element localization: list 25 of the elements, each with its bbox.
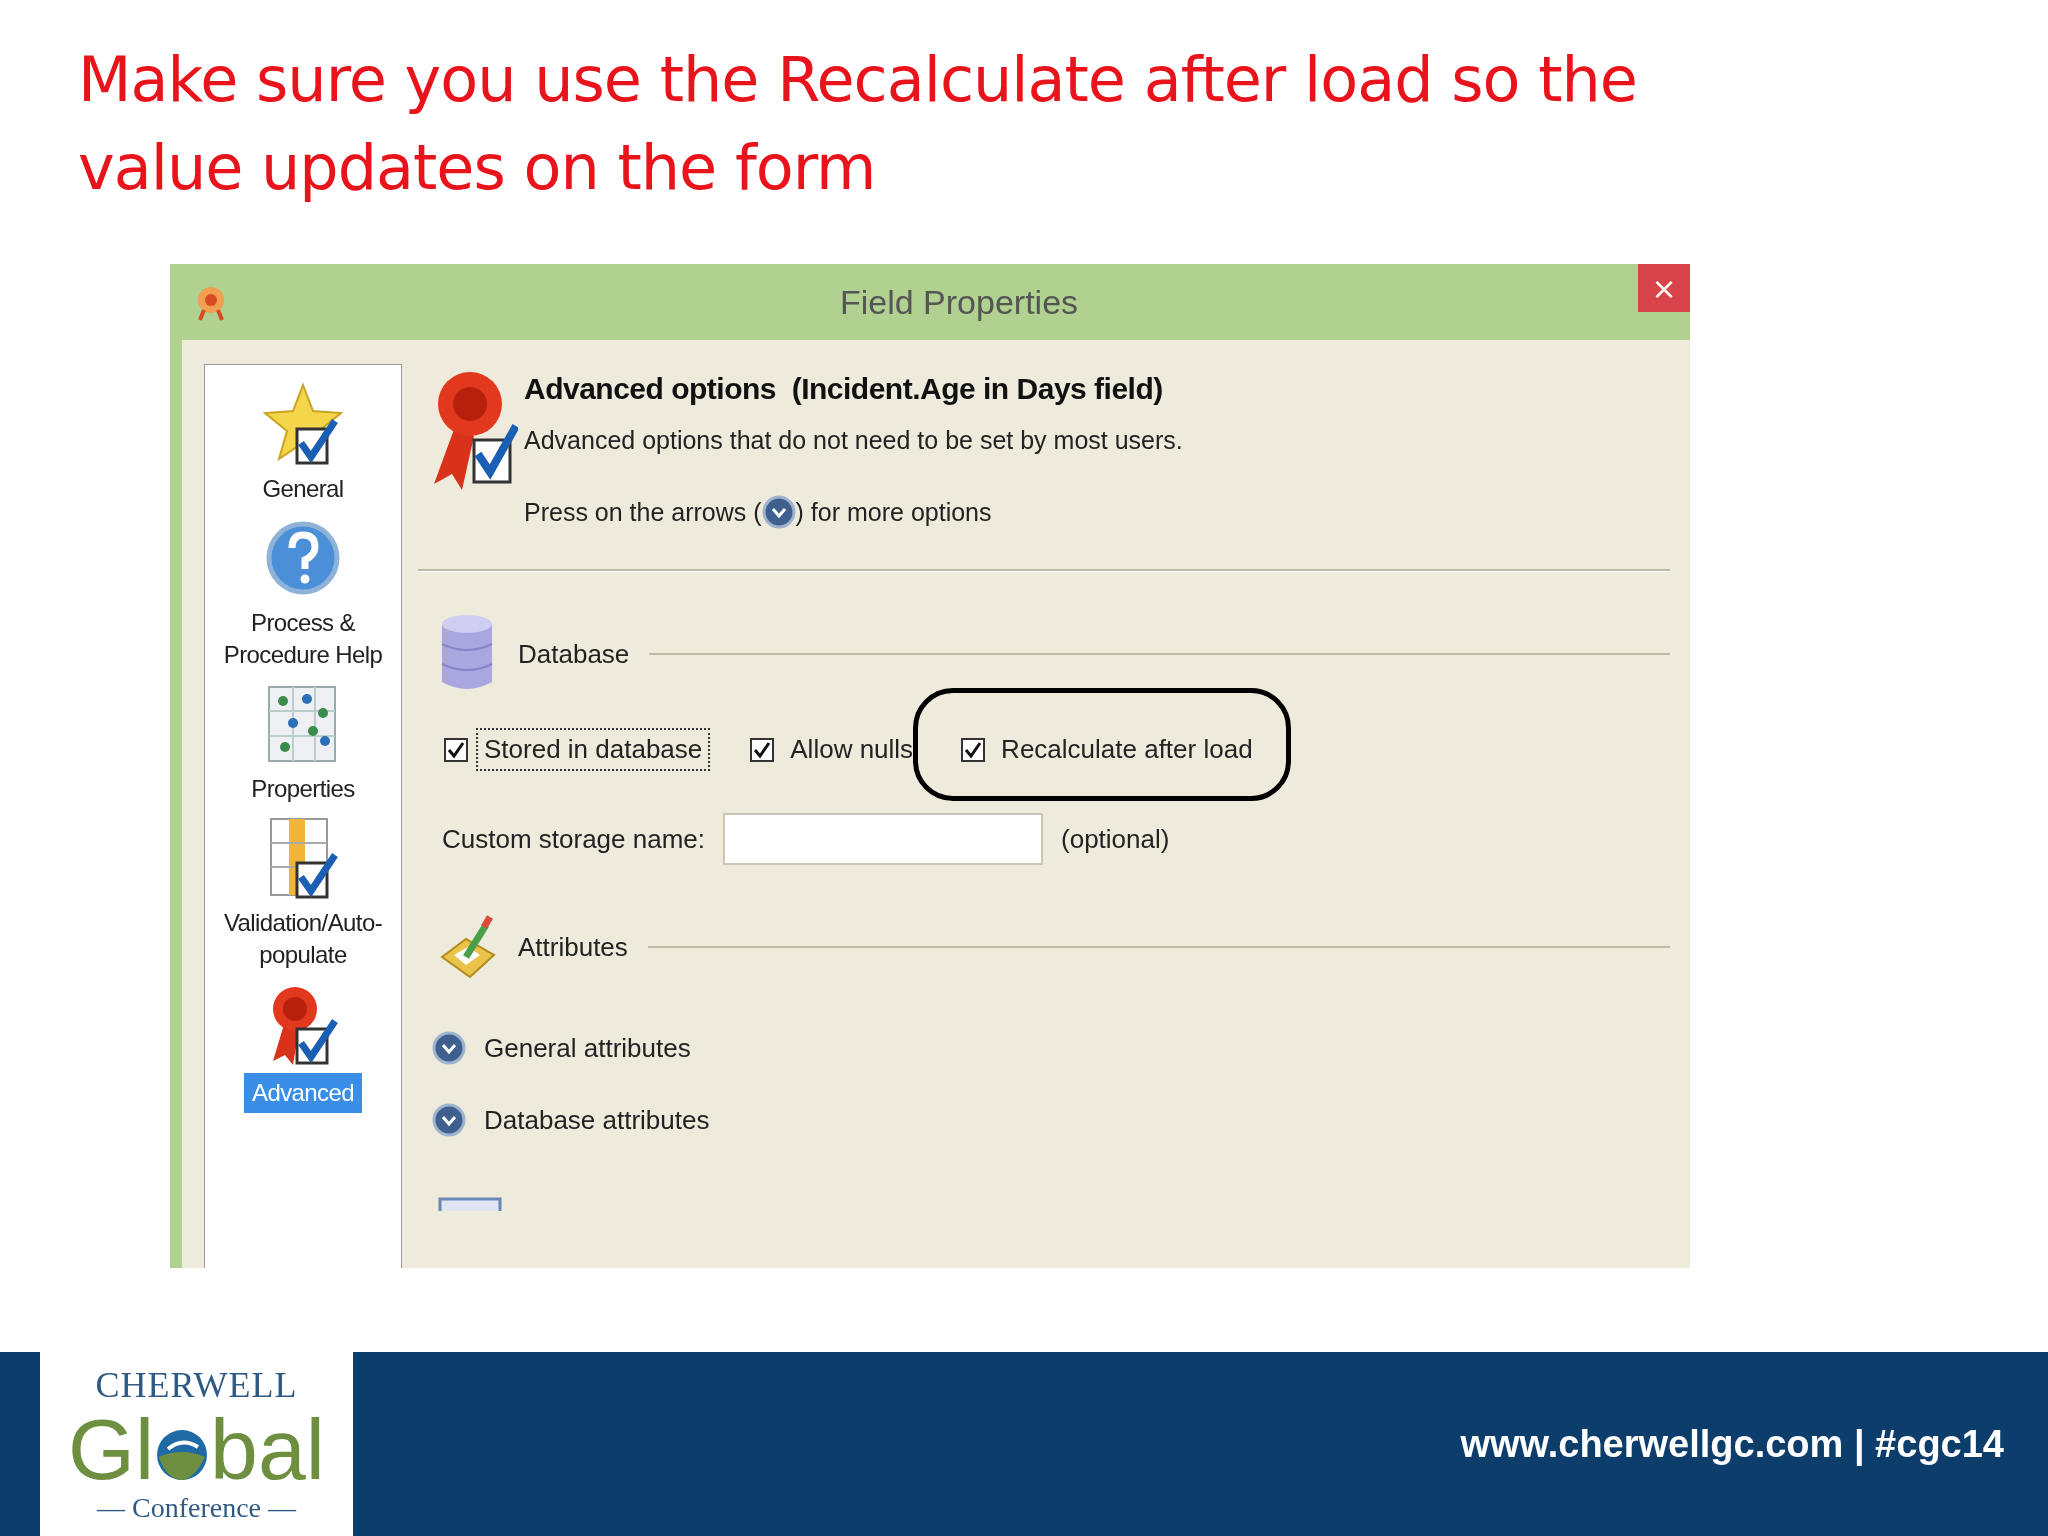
hint-text: Press on the arrows ( (524, 497, 762, 527)
hint-text: ) for more options (795, 497, 992, 527)
description-text: Advanced options that do not need to be set by most users. (524, 426, 1183, 455)
expandable-group[interactable]: Database attributes (484, 1104, 710, 1136)
logo-text: bal (210, 1406, 325, 1492)
window-title: Field Properties (839, 282, 1079, 322)
section-label: Attributes (518, 931, 628, 963)
expandable-group[interactable]: General attributes (484, 1032, 691, 1064)
checkbox-label: Stored in database (476, 728, 711, 771)
sidebar-tab[interactable]: General (208, 473, 398, 505)
sidebar-tab[interactable]: Validation/Auto-populate (208, 907, 398, 971)
checkbox-label: Allow nulls (789, 733, 915, 766)
logo-text: CHERWELL (95, 1364, 298, 1406)
sidebar-tab[interactable]: Process & Procedure Help (208, 607, 398, 671)
logo-text: Gl (68, 1406, 155, 1492)
section-label: Database (518, 638, 630, 670)
close-button[interactable]: × (1638, 264, 1690, 312)
logo-text: — Conference — (96, 1492, 296, 1524)
section-heading: Advanced options (Incident.Age in Days field) (524, 372, 1164, 406)
field-label: Custom storage name: (442, 823, 705, 855)
slide-title: Make sure you use the Recalculate after load so the value updates on the form (78, 42, 1638, 206)
sidebar-tab[interactable]: Properties (208, 773, 398, 805)
footer-text: www.cherwellgc.com | #cgc14 (1460, 1422, 2004, 1466)
field-note: (optional) (1061, 823, 1170, 855)
checkbox-label: Recalculate after load (1000, 733, 1254, 766)
